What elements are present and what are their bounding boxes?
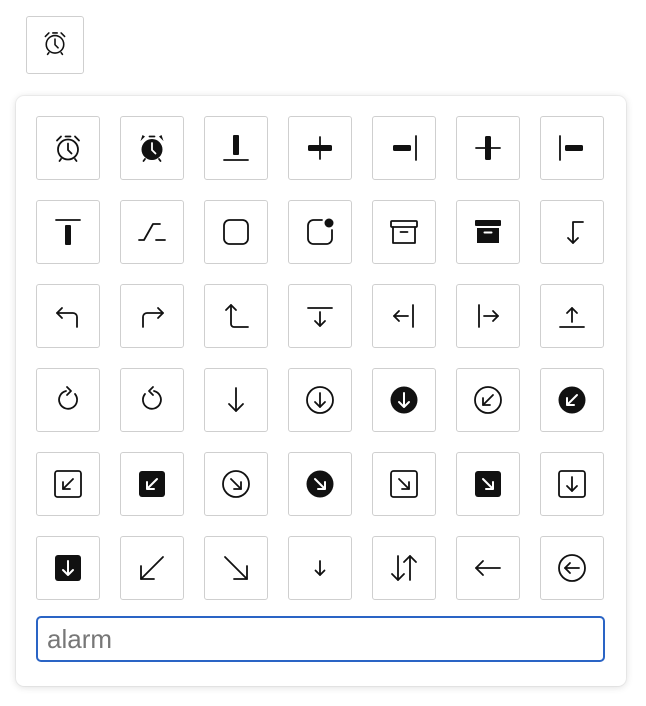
- icon-option-archive-fill[interactable]: [456, 200, 520, 264]
- arrow-left-icon: [472, 552, 504, 584]
- icon-option-align-bottom[interactable]: [204, 116, 268, 180]
- arrow-down-right-square-fill-icon: [472, 468, 504, 500]
- arrow-down-square-fill-icon: [52, 552, 84, 584]
- align-bottom-icon: [220, 132, 252, 164]
- icon-option-arrow-down-square[interactable]: [540, 452, 604, 516]
- icon-option-arrow-down-circle-fill[interactable]: [372, 368, 436, 432]
- icon-option-arrow-bar-left[interactable]: [372, 284, 436, 348]
- icon-option-arrow-down-right-circle-fill[interactable]: [288, 452, 352, 516]
- icon-option-arrow-down-right-circle[interactable]: [204, 452, 268, 516]
- archive-icon: [388, 216, 420, 248]
- icon-option-archive[interactable]: [372, 200, 436, 264]
- align-start-icon: [556, 132, 588, 164]
- icon-option-alt[interactable]: [120, 200, 184, 264]
- icon-option-align-end[interactable]: [372, 116, 436, 180]
- icon-option-arrow-bar-up[interactable]: [540, 284, 604, 348]
- align-center-icon: [304, 132, 336, 164]
- icon-option-arrow-down-left[interactable]: [120, 536, 184, 600]
- arrow-90deg-left-icon: [52, 300, 84, 332]
- arrow-left-circle-icon: [556, 552, 588, 584]
- arrow-down-left-square-fill-icon: [136, 468, 168, 500]
- icon-option-arrow-left[interactable]: [456, 536, 520, 600]
- alarm-fill-icon: [136, 132, 168, 164]
- icon-option-arrow-down-square-fill[interactable]: [36, 536, 100, 600]
- arrow-90deg-up-icon: [220, 300, 252, 332]
- archive-fill-icon: [472, 216, 504, 248]
- arrow-down-right-square-icon: [388, 468, 420, 500]
- icon-option-align-center[interactable]: [288, 116, 352, 180]
- icon-option-align-top[interactable]: [36, 200, 100, 264]
- arrow-90deg-down-icon: [556, 216, 588, 248]
- arrow-down-short-icon: [304, 552, 336, 584]
- arrow-bar-left-icon: [388, 300, 420, 332]
- arrow-down-left-icon: [136, 552, 168, 584]
- icon-option-arrow-counterclockwise[interactable]: [120, 368, 184, 432]
- app-icon: [220, 216, 252, 248]
- icon-option-arrow-down[interactable]: [204, 368, 268, 432]
- icon-option-arrow-down-left-circle-fill[interactable]: [540, 368, 604, 432]
- app-indicator-icon: [304, 216, 336, 248]
- icon-option-alarm-fill[interactable]: [120, 116, 184, 180]
- icon-option-arrow-90deg-left[interactable]: [36, 284, 100, 348]
- arrow-down-circle-icon: [304, 384, 336, 416]
- arrow-down-left-circle-fill-icon: [556, 384, 588, 416]
- icon-option-arrow-bar-down[interactable]: [288, 284, 352, 348]
- icon-option-arrow-down-left-circle[interactable]: [456, 368, 520, 432]
- arrow-down-up-icon: [388, 552, 420, 584]
- arrow-clockwise-icon: [52, 384, 84, 416]
- alt-icon: [136, 216, 168, 248]
- icon-option-arrow-down-right[interactable]: [204, 536, 268, 600]
- icon-option-arrow-down-right-square[interactable]: [372, 452, 436, 516]
- icon-picker-popover: [16, 96, 626, 686]
- icon-option-arrow-90deg-down[interactable]: [540, 200, 604, 264]
- icon-option-arrow-left-circle[interactable]: [540, 536, 604, 600]
- icon-option-app-indicator[interactable]: [288, 200, 352, 264]
- arrow-down-right-icon: [220, 552, 252, 584]
- icon-option-arrow-down-short[interactable]: [288, 536, 352, 600]
- align-middle-icon: [472, 132, 504, 164]
- icon-option-align-start[interactable]: [540, 116, 604, 180]
- icon-option-arrow-90deg-right[interactable]: [120, 284, 184, 348]
- icon-option-arrow-down-right-square-fill[interactable]: [456, 452, 520, 516]
- icon-option-arrow-down-up[interactable]: [372, 536, 436, 600]
- arrow-counterclockwise-icon: [136, 384, 168, 416]
- arrow-down-icon: [220, 384, 252, 416]
- icon-option-arrow-clockwise[interactable]: [36, 368, 100, 432]
- arrow-down-left-square-icon: [52, 468, 84, 500]
- arrow-bar-down-icon: [304, 300, 336, 332]
- icon-picker-trigger[interactable]: [26, 16, 84, 74]
- arrow-down-square-icon: [556, 468, 588, 500]
- alarm-icon: [41, 29, 69, 62]
- icon-search-input[interactable]: [36, 616, 605, 662]
- icon-option-align-middle[interactable]: [456, 116, 520, 180]
- icon-option-arrow-down-left-square[interactable]: [36, 452, 100, 516]
- icon-option-arrow-down-left-square-fill[interactable]: [120, 452, 184, 516]
- arrow-down-left-circle-icon: [472, 384, 504, 416]
- align-top-icon: [52, 216, 84, 248]
- icon-option-alarm[interactable]: [36, 116, 100, 180]
- icon-option-arrow-bar-right[interactable]: [456, 284, 520, 348]
- arrow-90deg-right-icon: [136, 300, 168, 332]
- icon-option-arrow-90deg-up[interactable]: [204, 284, 268, 348]
- icon-option-arrow-down-circle[interactable]: [288, 368, 352, 432]
- icon-option-app[interactable]: [204, 200, 268, 264]
- icon-grid: [36, 116, 604, 600]
- arrow-bar-up-icon: [556, 300, 588, 332]
- align-end-icon: [388, 132, 420, 164]
- alarm-icon: [52, 132, 84, 164]
- arrow-down-circle-fill-icon: [388, 384, 420, 416]
- arrow-bar-right-icon: [472, 300, 504, 332]
- arrow-down-right-circle-fill-icon: [304, 468, 336, 500]
- arrow-down-right-circle-icon: [220, 468, 252, 500]
